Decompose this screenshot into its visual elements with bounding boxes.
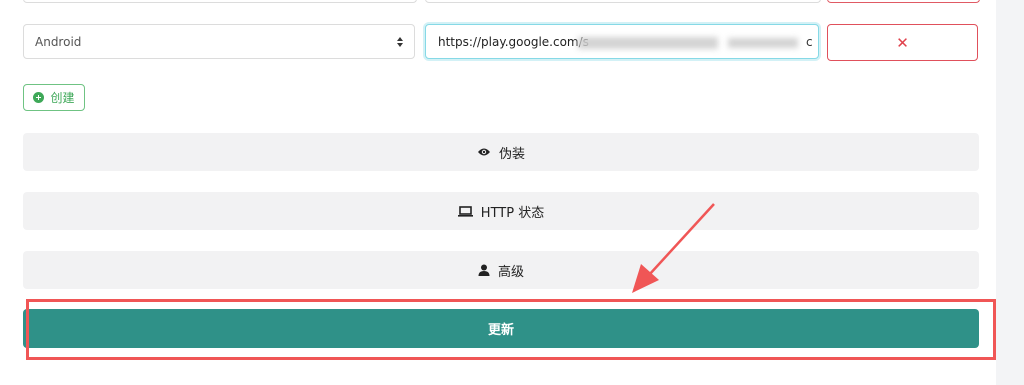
annotation-arrow — [632, 203, 715, 293]
